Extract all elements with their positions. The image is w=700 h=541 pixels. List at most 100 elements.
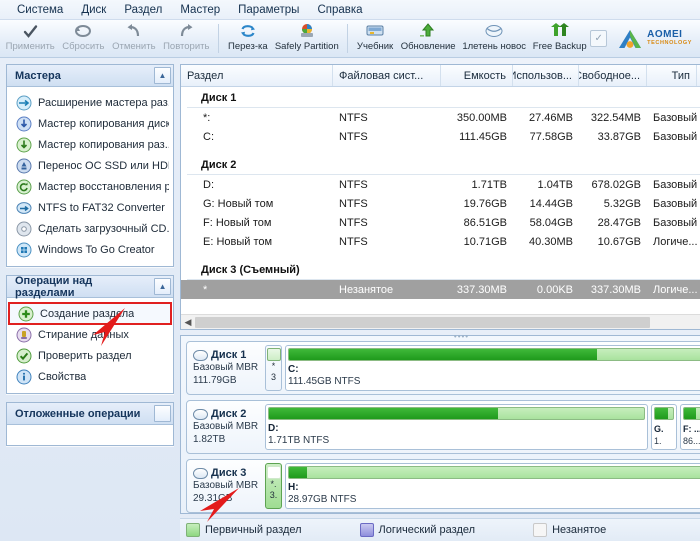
cell-capacity: 111.45GB [459, 130, 507, 143]
disk-map-disk1[interactable]: Диск 1 Базовый MBR 111.79GB * 3 C: 111.4… [186, 341, 700, 396]
table-row[interactable]: * Незанятое 337.30MB 0.00KB 337.30MB Лог… [181, 280, 700, 299]
disk2-partition-f-bar [683, 407, 700, 421]
sidebar-item-copy-disk[interactable]: Мастер копирования диска [7, 113, 173, 134]
cell-type: Логиче... [653, 235, 697, 248]
properties-icon [16, 369, 32, 384]
menu-item-parametry[interactable]: Параметры [229, 2, 308, 18]
sidebar-panel-wizards: Мастера ▲ Расширение мастера раз... Маст… [6, 64, 174, 267]
column-header-razdel[interactable]: Раздел [181, 65, 333, 86]
check-icon [22, 22, 39, 40]
menu-item-disk[interactable]: Диск [72, 2, 115, 18]
cell-filesystem: NTFS [339, 216, 368, 229]
disk1-system-partition[interactable]: * 3 [265, 345, 282, 392]
sidebar-item-create-partition[interactable]: Создание раздела [8, 302, 172, 325]
menu-item-master[interactable]: Мастер [171, 2, 229, 18]
toolbar-apply-button[interactable]: Применить [2, 20, 58, 57]
disk3-type: Базовый MBR [193, 480, 259, 492]
sidebar-item-wipe-data[interactable]: Стирание данных [7, 324, 173, 345]
splitter-grip[interactable]: •••• [454, 332, 469, 341]
table-group-disk3: Диск 3 (Съемный) [187, 259, 700, 280]
menu-item-sistema[interactable]: Система [8, 2, 72, 18]
table-row[interactable]: *: NTFS 350.00MB 27.46MB 322.54MB Базовы… [181, 108, 700, 127]
column-header-capacity[interactable]: Емкость [441, 65, 513, 86]
sidebar-item-properties[interactable]: Свойства [7, 366, 173, 387]
toolbar-undo-button[interactable]: Отменить [108, 20, 159, 57]
disk3-partition-h[interactable]: H: 28.97GB NTFS [285, 463, 700, 510]
toolbar-redo-button[interactable]: Повторить [159, 20, 213, 57]
sidebar-item-migrate-os[interactable]: Перенос ОС SSD или HDD [7, 155, 173, 176]
partition-table-body: Диск 1 *: NTFS 350.00MB 27.46MB 322.54MB… [181, 87, 700, 314]
sidebar-item-copy-partition[interactable]: Мастер копирования раз... [7, 134, 173, 155]
blank-icon[interactable] [154, 405, 171, 422]
sidebar-item-ntfs-to-fat32[interactable]: NTFS to FAT32 Converter [7, 197, 173, 218]
disk3-unallocated-bar [266, 466, 281, 480]
disk-map-disk2[interactable]: Диск 2 Базовый MBR 1.82TB D: 1.71TB NTFS [186, 400, 700, 455]
column-header-free[interactable]: Свободное... [579, 65, 647, 86]
sidebar-item-windows-to-go[interactable]: Windows To Go Creator [7, 239, 173, 260]
toolbar-tutorial-label: Учебник [356, 41, 394, 52]
sidebar-item-recover-partition[interactable]: Мастер восстановления р... [7, 176, 173, 197]
cell-type: Базовый [653, 178, 697, 191]
recover-partition-icon [16, 179, 32, 194]
disk2-partition-f-size: 86... [683, 436, 700, 447]
table-horizontal-scrollbar[interactable]: ◀ ▶ [181, 314, 700, 330]
chevron-up-icon-2[interactable]: ▲ [154, 278, 171, 295]
sidebar-item-bootable-cd[interactable]: Сделать загрузочный CD... [7, 218, 173, 239]
toolbar-free-backup-button[interactable]: Free Backup [529, 20, 590, 57]
book-icon [365, 22, 385, 40]
toolbar-update-button[interactable]: Обновление [397, 20, 459, 57]
aomei-brand: AOMEI TECHNOLOGY [617, 28, 698, 50]
disk-glyph-icon [193, 467, 208, 479]
disk-map-disk3[interactable]: Диск 3 Базовый MBR 29.31GB *. 3. H: 28.9… [186, 459, 700, 523]
checkbox-icon[interactable]: ✓ [590, 30, 608, 47]
cell-free: 5.32GB [603, 197, 641, 210]
disk1-partition-c[interactable]: C: 111.45GB NTFS [285, 345, 700, 392]
scroll-left-icon[interactable]: ◀ [181, 315, 195, 329]
sidebar-panel-partition-ops-header[interactable]: Операции над разделами ▲ [7, 275, 173, 299]
cell-free: 10.67GB [597, 235, 641, 248]
column-header-type[interactable]: Тип [647, 65, 697, 86]
toolbar-divider-2 [346, 24, 348, 53]
table-row[interactable]: C: NTFS 111.45GB 77.58GB 33.87GB Базовый… [181, 127, 700, 146]
toolbar-tutorial-button[interactable]: Учебник [353, 20, 397, 57]
disk3-size: 29.31GB [193, 493, 233, 505]
table-row[interactable]: E: Новый том NTFS 10.71GB 40.30MB 10.67G… [181, 232, 700, 251]
chevron-up-icon[interactable]: ▲ [154, 67, 171, 84]
disk3-partition-h-name: H: [288, 482, 299, 494]
toolbar-refresh-button[interactable]: Перез-ка [224, 20, 271, 57]
disk3-unallocated-size: 3. [269, 490, 278, 501]
toolbar-apply-label: Применить [5, 41, 55, 52]
table-row[interactable]: D: NTFS 1.71TB 1.04TB 678.02GB Базовый Н… [181, 175, 700, 194]
toolbar-divider [218, 24, 220, 53]
sidebar-item-ntfs-to-fat32-label: NTFS to FAT32 Converter [38, 201, 165, 214]
migrate-os-icon [16, 158, 32, 173]
cell-type: Базовый [653, 111, 697, 124]
disk-map-panel: •••• Диск 1 Базовый MBR 111.79GB * 3 C: … [180, 332, 700, 523]
column-header-filesystem[interactable]: Файловая сист... [333, 65, 441, 86]
table-row[interactable]: G: Новый том NTFS 19.76GB 14.44GB 5.32GB… [181, 194, 700, 213]
disk3-unallocated-block[interactable]: *. 3. [265, 463, 282, 510]
menu-item-spravka[interactable]: Справка [308, 2, 371, 18]
toolbar-safely-partition-button[interactable]: Safely Partition [272, 20, 342, 57]
disk3-partition-h-used [289, 467, 307, 479]
table-row[interactable]: F: Новый том NTFS 86.51GB 58.04GB 28.47G… [181, 213, 700, 232]
menu-item-razdel[interactable]: Раздел [115, 2, 171, 18]
sidebar-item-check-partition[interactable]: Проверить раздел [7, 345, 173, 366]
sidebar-panel-pending-ops-header[interactable]: Отложенные операции [7, 403, 173, 425]
sidebar-panel-pending-ops-body [7, 425, 173, 445]
column-header-used[interactable]: Использов... [513, 65, 579, 86]
toolbar-newsletter-button[interactable]: 1летень новос [459, 20, 529, 57]
disk2-partition-g[interactable]: G. 1. [651, 404, 677, 451]
toolbar-reset-button[interactable]: Сбросить [58, 20, 108, 57]
disk2-partition-f[interactable]: F: ... 86... [680, 404, 700, 451]
table-horizontal-scroll-thumb[interactable] [195, 316, 650, 328]
cell-type: Базовый [653, 216, 697, 229]
cell-partition: *: [203, 111, 211, 124]
disk2-partition-d[interactable]: D: 1.71TB NTFS [265, 404, 648, 451]
legend-item-primary: Первичный раздел [186, 523, 302, 538]
sidebar-panel-wizards-header[interactable]: Мастера ▲ [7, 65, 173, 87]
toolbar-redo-label: Повторить [163, 41, 210, 52]
sidebar-item-extend-partition[interactable]: Расширение мастера раз... [7, 92, 173, 113]
cell-capacity: 350.00MB [456, 111, 507, 124]
cell-used: 1.04TB [537, 178, 573, 191]
